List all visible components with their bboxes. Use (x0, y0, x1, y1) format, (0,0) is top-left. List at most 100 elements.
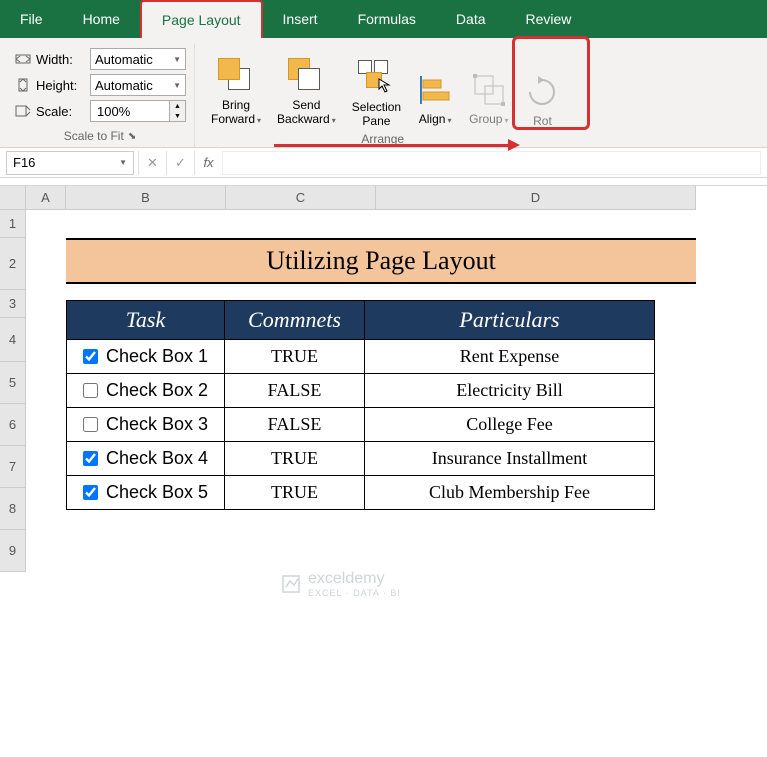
table-row: Check Box 3 FALSE College Fee (67, 408, 655, 442)
tab-insert[interactable]: Insert (263, 0, 338, 38)
align-button[interactable]: Align▾ (409, 44, 461, 130)
worksheet-grid: 1 2 3 4 5 6 7 8 9 A B C D Utilizing Page… (0, 186, 767, 572)
row-header-6[interactable]: 6 (0, 404, 26, 446)
col-header-d[interactable]: D (376, 186, 696, 210)
group-button[interactable]: Group▾ (461, 44, 516, 130)
group-label-scale: Scale to Fit (64, 129, 124, 143)
col-header-a[interactable]: A (26, 186, 66, 210)
row-header-1[interactable]: 1 (0, 210, 26, 238)
comment-cell: FALSE (225, 408, 365, 442)
table-row: Check Box 4 TRUE Insurance Installment (67, 442, 655, 476)
cancel-formula-button[interactable]: ✕ (138, 151, 166, 175)
spin-up[interactable]: ▲ (170, 101, 185, 111)
watermark-sub: EXCEL · DATA · BI (308, 588, 401, 598)
th-particulars: Particulars (365, 301, 655, 340)
insert-function-button[interactable]: fx (194, 151, 222, 175)
task-label: Check Box 3 (106, 414, 208, 435)
height-label: Height: (36, 78, 86, 93)
callout-arrow (274, 144, 510, 147)
tab-home[interactable]: Home (63, 0, 140, 38)
tab-formulas[interactable]: Formulas (338, 0, 436, 38)
task-label: Check Box 2 (106, 380, 208, 401)
chevron-down-icon: ▾ (504, 116, 508, 125)
watermark: exceldemy EXCEL · DATA · BI (280, 570, 401, 598)
row-header-3[interactable]: 3 (0, 290, 26, 318)
particular-cell: College Fee (365, 408, 655, 442)
scale-label: Scale: (36, 104, 86, 119)
row-header-5[interactable]: 5 (0, 362, 26, 404)
group-label-arrange: Arrange (361, 130, 404, 150)
table-row: Check Box 1 TRUE Rent Expense (67, 340, 655, 374)
align-icon (417, 72, 453, 108)
scale-icon (14, 104, 32, 118)
enter-formula-button[interactable]: ✓ (166, 151, 194, 175)
width-select[interactable]: Automatic ▼ (90, 48, 186, 70)
particular-cell: Electricity Bill (365, 374, 655, 408)
chevron-down-icon: ▼ (119, 158, 127, 167)
task-label: Check Box 1 (106, 346, 208, 367)
group-scale-to-fit: Width: Automatic ▼ Height: Automatic ▼ (6, 44, 195, 147)
rotate-button[interactable]: Rot (516, 44, 562, 130)
row-header-4[interactable]: 4 (0, 318, 26, 362)
selection-pane-icon (358, 60, 394, 96)
width-icon (14, 52, 32, 66)
worksheet-title: Utilizing Page Layout (66, 238, 696, 284)
ribbon-tabs: File Home Page Layout Insert Formulas Da… (0, 0, 767, 38)
col-header-c[interactable]: C (226, 186, 376, 210)
send-backward-label: Send Backward (277, 98, 330, 126)
tab-file[interactable]: File (0, 0, 63, 38)
dialog-launcher-icon[interactable]: ⬊ (128, 131, 136, 142)
th-comments: Commnets (225, 301, 365, 340)
checkbox-4[interactable]: Check Box 4 (77, 448, 214, 469)
chevron-down-icon: ▼ (173, 55, 181, 64)
comment-cell: TRUE (225, 476, 365, 510)
group-arrange: Bring Forward▾ Send Backward▾ Selection … (195, 44, 570, 147)
formula-input[interactable] (222, 151, 761, 175)
th-task: Task (67, 301, 225, 340)
row-header-8[interactable]: 8 (0, 488, 26, 530)
group-icon (471, 72, 507, 108)
checkbox-1[interactable]: Check Box 1 (77, 346, 214, 367)
selection-pane-label: Selection Pane (352, 100, 401, 128)
chevron-down-icon: ▼ (173, 81, 181, 90)
data-table: Task Commnets Particulars Check Box 1 TR… (66, 300, 655, 510)
chevron-down-icon: ▾ (257, 116, 261, 125)
checkbox-3[interactable]: Check Box 3 (77, 414, 214, 435)
callout-arrow-head (508, 139, 520, 151)
row-header-7[interactable]: 7 (0, 446, 26, 488)
row-header-9[interactable]: 9 (0, 530, 26, 572)
send-backward-button[interactable]: Send Backward▾ (269, 44, 344, 130)
select-all-corner[interactable] (0, 186, 26, 210)
spin-down[interactable]: ▼ (170, 111, 185, 121)
formula-bar: F16 ▼ ✕ ✓ fx (0, 148, 767, 178)
particular-cell: Insurance Installment (365, 442, 655, 476)
height-select[interactable]: Automatic ▼ (90, 74, 186, 96)
bring-forward-button[interactable]: Bring Forward▾ (203, 44, 269, 130)
task-label: Check Box 5 (106, 482, 208, 503)
bring-forward-label: Bring Forward (211, 98, 255, 126)
chevron-down-icon: ▾ (332, 116, 336, 125)
particular-cell: Club Membership Fee (365, 476, 655, 510)
width-label: Width: (36, 52, 86, 67)
align-label: Align (419, 112, 446, 126)
tab-page-layout[interactable]: Page Layout (140, 0, 263, 38)
col-header-b[interactable]: B (66, 186, 226, 210)
name-box-value: F16 (13, 155, 35, 170)
task-label: Check Box 4 (106, 448, 208, 469)
comment-cell: TRUE (225, 442, 365, 476)
name-box[interactable]: F16 ▼ (6, 151, 134, 175)
tab-review[interactable]: Review (506, 0, 592, 38)
tab-data[interactable]: Data (436, 0, 506, 38)
rotate-label: Rot (533, 114, 552, 128)
row-header-2[interactable]: 2 (0, 238, 26, 290)
height-value: Automatic (95, 78, 153, 93)
checkbox-5[interactable]: Check Box 5 (77, 482, 214, 503)
bring-forward-icon (218, 58, 254, 94)
selection-pane-button[interactable]: Selection Pane (344, 44, 409, 130)
height-icon (14, 78, 32, 92)
table-row: Check Box 2 FALSE Electricity Bill (67, 374, 655, 408)
scale-spinner[interactable]: 100% ▲ ▼ (90, 100, 186, 122)
watermark-brand: exceldemy (308, 570, 401, 588)
checkbox-2[interactable]: Check Box 2 (77, 380, 214, 401)
particular-cell: Rent Expense (365, 340, 655, 374)
